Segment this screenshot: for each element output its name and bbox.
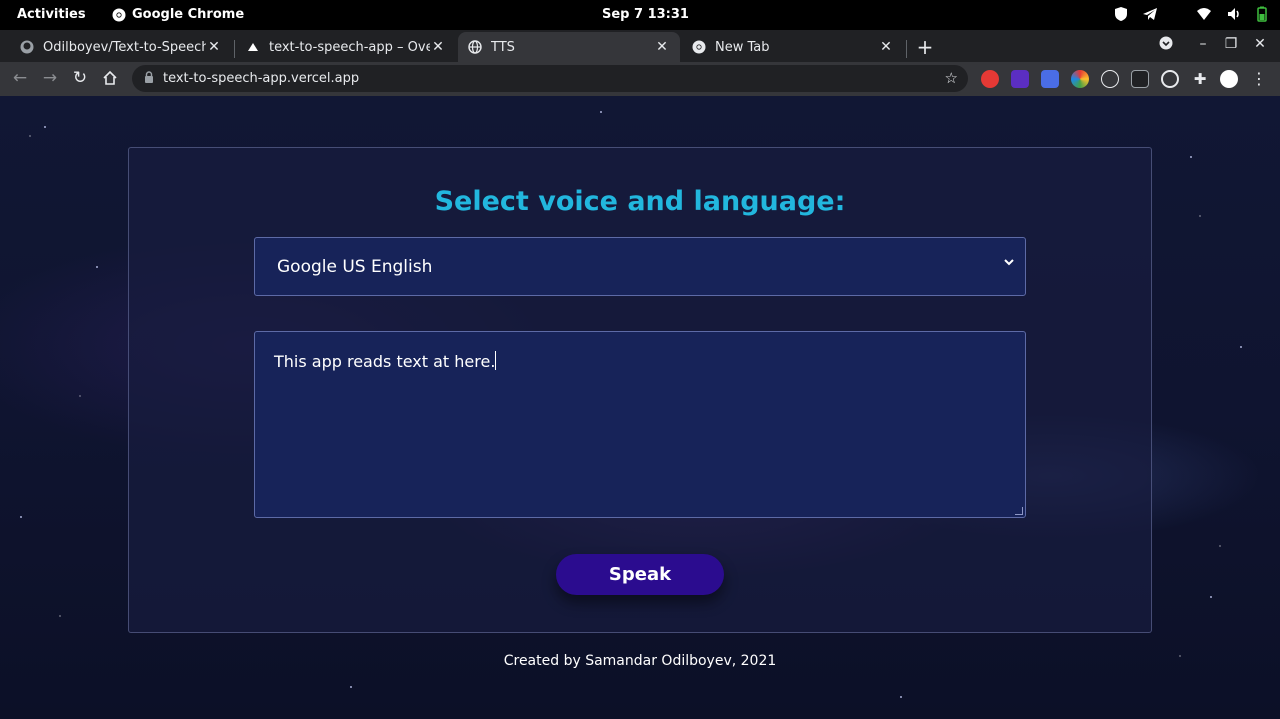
tab-separator [234, 40, 235, 58]
translate-extension-icon[interactable] [1041, 70, 1059, 88]
close-icon[interactable]: ✕ [206, 39, 222, 55]
activities-button[interactable]: Activities [17, 7, 86, 22]
star [600, 111, 602, 113]
speak-button[interactable]: Speak [556, 554, 724, 595]
url-text: text-to-speech-app.vercel.app [163, 71, 360, 86]
extension-icon-badge[interactable] [1011, 70, 1029, 88]
extensions-puzzle-icon[interactable]: ✚ [1191, 70, 1209, 88]
star [44, 126, 46, 128]
star [350, 686, 352, 688]
tab-title: New Tab [715, 39, 770, 55]
chrome-icon [692, 40, 706, 54]
system-top-bar: Activities Google Chrome Sep 7 13:31 [0, 0, 1280, 30]
new-tab-button[interactable]: + [915, 35, 935, 59]
profile-avatar[interactable] [1220, 70, 1238, 88]
back-button[interactable]: ← [9, 67, 31, 89]
tts-card: Select voice and language: Google US Eng… [128, 147, 1152, 633]
chrome-icon [112, 8, 126, 21]
react-devtools-icon[interactable] [1101, 70, 1119, 88]
record-extension-icon[interactable] [1161, 70, 1179, 88]
reload-button[interactable]: ↻ [69, 67, 91, 89]
minimize-button[interactable]: – [1194, 36, 1212, 52]
voice-select[interactable]: Google US English [254, 237, 1026, 296]
star [1210, 596, 1212, 598]
star [96, 266, 98, 268]
chevron-down-icon [1004, 259, 1014, 266]
close-icon[interactable]: ✕ [654, 39, 670, 55]
voice-select-value: Google US English [277, 257, 433, 277]
text-caret [495, 351, 497, 370]
volume-icon[interactable] [1226, 6, 1242, 22]
home-icon [103, 70, 117, 85]
tab-vercel[interactable]: text-to-speech-app – Overview ✕ [236, 32, 456, 62]
tab-title: TTS [491, 39, 515, 55]
app-menu[interactable]: Google Chrome [112, 7, 244, 22]
color-picker-extension-icon[interactable] [1071, 70, 1089, 88]
tab-tts[interactable]: TTS ✕ [458, 32, 680, 62]
adblock-extension-icon[interactable] [981, 70, 999, 88]
system-tray[interactable] [1114, 6, 1268, 22]
wifi-icon[interactable] [1196, 6, 1212, 22]
tab-strip: Odilboyev/Text-to-Speech ✕ text-to-speec… [0, 30, 1280, 62]
address-bar[interactable]: text-to-speech-app.vercel.app ☆ [132, 65, 968, 92]
forward-button[interactable]: → [39, 67, 61, 89]
github-icon [20, 40, 34, 54]
tab-title: Odilboyev/Text-to-Speech [43, 39, 206, 55]
close-icon[interactable]: ✕ [878, 39, 894, 55]
maximize-button[interactable]: ❐ [1222, 36, 1240, 52]
telegram-icon[interactable] [1142, 6, 1158, 22]
clock[interactable]: Sep 7 13:31 [602, 7, 689, 22]
star [20, 516, 22, 518]
close-window-button[interactable]: ✕ [1251, 36, 1269, 52]
text-input-value: This app reads text at here. [274, 352, 496, 371]
resize-handle[interactable] [1015, 507, 1023, 515]
footer-credit: Created by Samandar Odilboyev, 2021 [503, 653, 777, 669]
shield-icon[interactable] [1114, 6, 1128, 22]
vercel-icon [248, 43, 258, 51]
app-name: Google Chrome [132, 7, 245, 22]
browser-toolbar: ← → ↻ text-to-speech-app.vercel.app ☆ ✚ … [0, 62, 1280, 96]
star [1240, 346, 1242, 348]
tab-new-tab[interactable]: New Tab ✕ [682, 32, 904, 62]
lock-icon[interactable] [144, 71, 154, 84]
text-input-area[interactable]: This app reads text at here. [254, 331, 1026, 518]
page-background: Select voice and language: Google US Eng… [0, 96, 1280, 719]
globe-icon [468, 40, 482, 54]
star [1190, 156, 1192, 158]
tab-title: text-to-speech-app – Overview [269, 39, 430, 55]
close-icon[interactable]: ✕ [430, 39, 446, 55]
chevron-down-icon [1159, 36, 1173, 50]
chrome-menu-icon[interactable]: ⋮ [1250, 70, 1268, 88]
bookmark-star-icon[interactable]: ☆ [945, 69, 958, 87]
home-button[interactable] [99, 67, 121, 89]
battery-icon[interactable] [1256, 6, 1268, 22]
star [900, 696, 902, 698]
tab-github[interactable]: Odilboyev/Text-to-Speech ✕ [10, 32, 232, 62]
tab-search-button[interactable] [1157, 36, 1175, 54]
page-title: Select voice and language: [434, 186, 846, 217]
tab-separator [906, 40, 907, 58]
document-extension-icon[interactable] [1131, 70, 1149, 88]
